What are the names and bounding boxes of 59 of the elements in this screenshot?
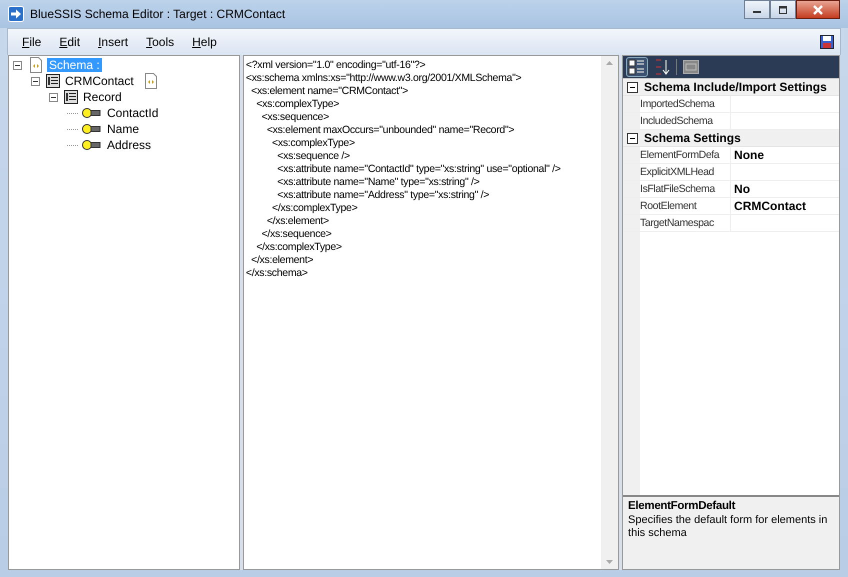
code-line: <xs:sequence /> <box>276 150 351 163</box>
tree-item[interactable]: ContactId <box>105 106 160 120</box>
collapse-icon[interactable] <box>31 76 40 86</box>
code-line: </xs:sequence> <box>260 228 333 241</box>
minimize-button[interactable] <box>744 0 770 19</box>
menu-item[interactable]: Insert <box>90 33 136 51</box>
collapse-icon[interactable] <box>13 60 22 70</box>
categorized-button[interactable] <box>626 57 648 77</box>
property-value[interactable]: CRMContact <box>734 199 806 213</box>
tree-item[interactable]: Record <box>81 90 124 104</box>
code-line: </xs:complexType> <box>255 241 343 254</box>
category-title: Schema Include/Import Settings <box>644 80 827 94</box>
property-name[interactable]: ExplicitXMLHead <box>640 164 732 180</box>
property-name[interactable]: RootElement <box>640 198 732 214</box>
collapse-icon[interactable] <box>627 82 638 92</box>
collapse-icon[interactable] <box>49 92 58 102</box>
menu-item[interactable]: Tools <box>138 33 182 51</box>
tree-item[interactable]: CRMContact <box>63 74 136 88</box>
property-value[interactable]: None <box>734 148 764 162</box>
code-line: <?xml version="1.0" encoding="utf-16"?> <box>246 59 426 72</box>
record-icon <box>64 90 78 104</box>
code-line: </xs:element> <box>266 215 330 228</box>
code-line: </xs:element> <box>250 254 314 267</box>
code-line: </xs:schema> <box>246 267 309 280</box>
property-name[interactable]: TargetNamespac <box>640 215 732 231</box>
menu-item[interactable]: File <box>14 33 50 51</box>
maximize-button[interactable] <box>770 0 796 19</box>
close-button[interactable] <box>796 0 840 19</box>
property-name[interactable]: IncludedSchema <box>640 113 732 129</box>
maximize-icon <box>778 6 788 14</box>
record-icon <box>46 74 60 88</box>
collapse-icon[interactable] <box>627 132 638 144</box>
category-title: Schema Settings <box>644 131 741 145</box>
key-icon <box>82 107 102 119</box>
code-line: <xs:complexType> <box>271 137 356 150</box>
close-icon <box>812 4 824 14</box>
description-text: Specifies the default form for elements in this schema <box>628 514 828 540</box>
code-line: <xs:element maxOccurs="unbounded" name="Record"> <box>266 124 516 137</box>
code-line: <xs:attribute name="Address" type="xs:string" /> <box>276 189 490 202</box>
window-title: BlueSSIS Schema Editor : Target : CRMContact <box>30 7 286 21</box>
property-name[interactable]: ElementFormDefa <box>640 147 732 163</box>
document-icon <box>142 73 159 89</box>
property-value[interactable]: No <box>734 182 750 196</box>
key-icon <box>82 123 102 135</box>
property-name[interactable]: IsFlatFileSchema <box>640 181 732 197</box>
code-line: <xs:attribute name="ContactId" type="xs:string" use="optional" /> <box>276 163 562 176</box>
code-line: <xs:sequence> <box>260 111 330 124</box>
tree-item[interactable]: Name <box>105 122 142 136</box>
code-line: </xs:complexType> <box>271 202 358 215</box>
code-line: <xs:attribute name="Name" type="xs:string" /> <box>276 176 480 189</box>
code-line: <xs:element name="CRMContact"> <box>250 85 410 98</box>
menu-item[interactable]: Edit <box>51 33 88 51</box>
code-line: <xs:schema xmlns:xs="http://www.w3.org/2001/XMLSchema"> <box>246 72 522 85</box>
property-name[interactable]: ImportedSchema <box>640 96 732 112</box>
key-icon <box>82 139 102 151</box>
description-title: ElementFormDefault <box>628 500 736 512</box>
menu-item[interactable]: Help <box>184 33 225 51</box>
code-line: <xs:complexType> <box>255 98 340 111</box>
tree-item[interactable]: Address <box>105 138 154 152</box>
